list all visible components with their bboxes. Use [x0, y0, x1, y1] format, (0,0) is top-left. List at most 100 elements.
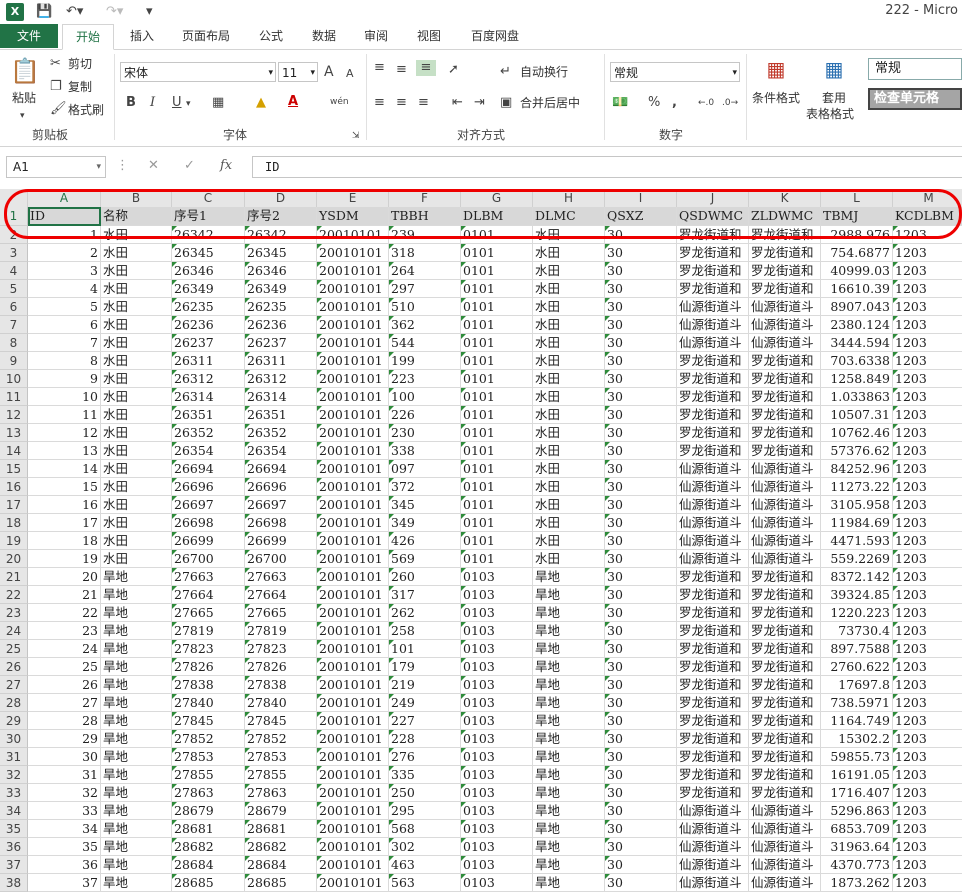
table-cell[interactable]: 27665	[245, 604, 317, 622]
table-cell[interactable]: 罗龙街道和	[749, 748, 821, 766]
table-cell[interactable]: 28	[28, 712, 101, 730]
table-cell[interactable]: 1203	[893, 298, 962, 316]
table-cell[interactable]: 旱地	[101, 838, 172, 856]
cell-style-check-cell[interactable]: 检查单元格	[868, 88, 962, 110]
table-cell[interactable]: 30	[605, 352, 677, 370]
table-cell[interactable]: 30	[605, 658, 677, 676]
table-cell[interactable]: 水田	[533, 280, 605, 298]
format-as-table-line2[interactable]: 表格格式	[806, 106, 854, 122]
table-cell[interactable]: 仙源街道斗	[749, 820, 821, 838]
table-cell[interactable]: 仙源街道斗	[749, 802, 821, 820]
paste-icon[interactable]: 📋	[10, 56, 40, 86]
table-cell[interactable]: 1203	[893, 694, 962, 712]
table-cell[interactable]: 20010101	[317, 640, 389, 658]
table-cell[interactable]: 旱地	[101, 802, 172, 820]
table-cell[interactable]: 0101	[461, 262, 533, 280]
table-cell[interactable]: 罗龙街道和	[749, 568, 821, 586]
table-cell[interactable]: 8372.142	[821, 568, 893, 586]
table-cell[interactable]: 27863	[172, 784, 245, 802]
paste-button[interactable]: 粘贴	[12, 90, 36, 106]
table-cell[interactable]: 30	[605, 820, 677, 838]
table-cell[interactable]: 1164.749	[821, 712, 893, 730]
table-cell[interactable]: 20010101	[317, 316, 389, 334]
table-cell[interactable]: 20010101	[317, 748, 389, 766]
table-cell[interactable]: 0103	[461, 658, 533, 676]
table-cell[interactable]: 73730.4	[821, 622, 893, 640]
table-cell[interactable]: 568	[389, 820, 461, 838]
table-cell[interactable]: 34	[28, 820, 101, 838]
table-cell[interactable]: 仙源街道斗	[677, 802, 749, 820]
wrap-text-icon[interactable]: ↵	[500, 64, 511, 80]
row-header[interactable]: 30	[0, 730, 28, 748]
table-cell[interactable]: 20010101	[317, 802, 389, 820]
table-cell[interactable]: 426	[389, 532, 461, 550]
table-cell[interactable]: 26352	[245, 424, 317, 442]
table-cell[interactable]: 36	[28, 856, 101, 874]
table-cell[interactable]: 旱地	[533, 856, 605, 874]
undo-icon[interactable]: ↶▾	[66, 3, 83, 21]
table-cell[interactable]: 1203	[893, 820, 962, 838]
header-cell[interactable]: KCDLBM	[893, 207, 962, 226]
table-cell[interactable]: 水田	[533, 316, 605, 334]
row-header[interactable]: 38	[0, 874, 28, 892]
table-cell[interactable]: 27852	[245, 730, 317, 748]
table-cell[interactable]: 0101	[461, 532, 533, 550]
table-cell[interactable]: 26351	[245, 406, 317, 424]
header-cell[interactable]: QSDWMC	[677, 207, 749, 226]
table-cell[interactable]: 10507.31	[821, 406, 893, 424]
table-cell[interactable]: 1203	[893, 856, 962, 874]
table-cell[interactable]: 510	[389, 298, 461, 316]
table-cell[interactable]: 旱地	[533, 712, 605, 730]
table-cell[interactable]: 旱地	[533, 640, 605, 658]
table-cell[interactable]: 30	[605, 262, 677, 280]
table-cell[interactable]: 0103	[461, 874, 533, 892]
row-header[interactable]: 33	[0, 784, 28, 802]
table-cell[interactable]: 旱地	[533, 820, 605, 838]
table-cell[interactable]: 水田	[533, 532, 605, 550]
table-cell[interactable]: 仙源街道斗	[677, 532, 749, 550]
tab-file[interactable]: 文件	[0, 24, 58, 48]
table-cell[interactable]: 罗龙街道和	[749, 640, 821, 658]
table-cell[interactable]: 26237	[172, 334, 245, 352]
font-name-select[interactable]: 宋体 ▾	[120, 62, 276, 82]
table-cell[interactable]: 罗龙街道和	[677, 748, 749, 766]
table-cell[interactable]: 12	[28, 424, 101, 442]
table-cell[interactable]: 旱地	[533, 568, 605, 586]
table-cell[interactable]: 0101	[461, 424, 533, 442]
table-cell[interactable]: 219	[389, 676, 461, 694]
row-header[interactable]: 19	[0, 532, 28, 550]
table-cell[interactable]: 318	[389, 244, 461, 262]
table-cell[interactable]: 仙源街道斗	[749, 838, 821, 856]
table-cell[interactable]: 0103	[461, 712, 533, 730]
bold-button[interactable]: B	[126, 95, 136, 111]
table-cell[interactable]: 26345	[172, 244, 245, 262]
table-cell[interactable]: 水田	[101, 550, 172, 568]
align-top-icon[interactable]: ≡	[374, 60, 385, 76]
row-header[interactable]: 9	[0, 352, 28, 370]
table-cell[interactable]: 29	[28, 730, 101, 748]
table-cell[interactable]: 27826	[245, 658, 317, 676]
header-cell[interactable]: TBBH	[389, 207, 461, 226]
table-cell[interactable]: 20010101	[317, 838, 389, 856]
table-cell[interactable]: 23	[28, 622, 101, 640]
table-cell[interactable]: 30	[605, 874, 677, 892]
table-cell[interactable]: 水田	[533, 424, 605, 442]
table-cell[interactable]: 0101	[461, 244, 533, 262]
table-cell[interactable]: 27819	[245, 622, 317, 640]
table-cell[interactable]: 0103	[461, 694, 533, 712]
align-right-icon[interactable]: ≡	[418, 95, 429, 111]
table-cell[interactable]: 仙源街道斗	[677, 838, 749, 856]
table-cell[interactable]: 345	[389, 496, 461, 514]
table-cell[interactable]: 0103	[461, 766, 533, 784]
table-cell[interactable]: 20010101	[317, 478, 389, 496]
table-cell[interactable]: 30	[28, 748, 101, 766]
table-cell[interactable]: 水田	[101, 316, 172, 334]
table-cell[interactable]: 0101	[461, 550, 533, 568]
table-cell[interactable]: 20010101	[317, 226, 389, 244]
row-header[interactable]: 25	[0, 640, 28, 658]
table-cell[interactable]: 30	[605, 838, 677, 856]
table-cell[interactable]: 罗龙街道和	[749, 784, 821, 802]
table-cell[interactable]: 16	[28, 496, 101, 514]
table-cell[interactable]: 27845	[172, 712, 245, 730]
table-cell[interactable]: 水田	[101, 226, 172, 244]
